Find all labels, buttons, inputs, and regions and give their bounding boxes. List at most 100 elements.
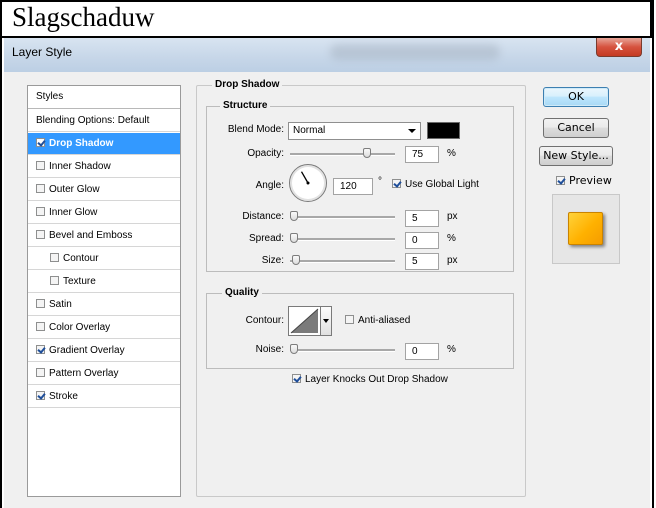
spread-slider-track[interactable] [290,238,395,241]
opacity-slider-thumb[interactable] [362,148,371,158]
distance-unit: px [447,211,458,222]
distance-slider-track[interactable] [290,216,395,219]
opacity-slider-track[interactable] [290,153,395,156]
styles-item-bevel-and-emboss[interactable]: Bevel and Emboss [28,225,180,247]
anti-aliased-label: Anti-aliased [358,315,411,326]
chevron-down-icon [408,129,416,133]
quality-title: Quality [222,287,262,298]
knockout-label: Layer Knocks Out Drop Shadow [305,374,448,385]
styles-item-drop-shadow[interactable]: Drop Shadow [28,133,180,155]
distance-slider-thumb[interactable] [290,211,298,221]
checkbox-icon[interactable] [36,345,45,354]
frame-border-right [652,0,654,508]
close-button[interactable]: x [596,38,642,57]
styles-item-inner-glow[interactable]: Inner Glow [28,202,180,224]
checkbox-icon [345,315,354,324]
close-icon: x [614,39,624,54]
distance-input[interactable]: 5 [405,210,439,227]
opacity-label: Opacity: [247,148,284,159]
styles-item-label: Color Overlay [49,322,111,333]
styles-item-stroke[interactable]: Stroke [28,386,180,408]
checkbox-icon[interactable] [36,184,45,193]
size-slider-track[interactable] [290,260,395,263]
blend-mode-select[interactable]: Normal [288,122,421,140]
anti-aliased-checkbox[interactable]: Anti-aliased [345,315,410,326]
angle-dial[interactable] [289,164,327,202]
document-title: Slagschaduw [12,2,155,32]
titlebar-blurred-area [330,44,500,60]
checkbox-icon[interactable] [50,276,59,285]
opacity-input[interactable]: 75 [405,146,439,163]
size-input[interactable]: 5 [405,253,439,270]
styles-item-blending-options-default[interactable]: Blending Options: Default [28,110,180,132]
styles-item-outer-glow[interactable]: Outer Glow [28,179,180,201]
spread-label: Spread: [248,233,284,244]
spread-unit: % [447,233,456,244]
noise-input[interactable]: 0 [405,343,439,360]
use-global-light-checkbox[interactable]: Use Global Light [392,179,479,190]
checkbox-icon [556,176,565,185]
angle-label: Angle: [255,180,284,191]
angle-input[interactable]: 120 [333,178,373,195]
use-global-light-label: Use Global Light [405,179,479,190]
window-titlebar[interactable] [4,38,650,72]
styles-header[interactable]: Styles [28,86,180,109]
quality-group [206,293,514,369]
knockout-checkbox[interactable]: Layer Knocks Out Drop Shadow [292,374,448,385]
checkbox-icon[interactable] [36,230,45,239]
checkbox-icon[interactable] [36,161,45,170]
spread-input[interactable]: 0 [405,232,439,249]
size-label: Size: [261,255,284,266]
preview-swatch [568,212,603,245]
angle-unit: ° [378,176,382,187]
styles-item-color-overlay[interactable]: Color Overlay [28,317,180,339]
noise-slider-track[interactable] [290,349,395,352]
contour-dropdown-button[interactable] [321,306,332,336]
checkbox-icon[interactable] [36,138,45,147]
styles-item-label: Inner Shadow [49,161,111,172]
styles-item-inner-shadow[interactable]: Inner Shadow [28,156,180,178]
drop-shadow-title: Drop Shadow [212,79,283,90]
spread-slider-thumb[interactable] [290,233,298,243]
size-unit: px [447,255,458,266]
contour-label: Contour: [245,315,284,326]
shadow-color-swatch[interactable] [427,122,460,139]
styles-item-label: Texture [63,276,96,287]
styles-item-label: Bevel and Emboss [49,230,133,241]
styles-item-label: Satin [49,299,72,310]
styles-item-satin[interactable]: Satin [28,294,180,316]
checkbox-icon[interactable] [36,322,45,331]
styles-item-label: Gradient Overlay [49,345,125,356]
checkbox-icon[interactable] [36,299,45,308]
preview-label: Preview [569,174,612,187]
checkbox-icon[interactable] [36,207,45,216]
blend-mode-label: Blend Mode: [227,124,284,135]
checkbox-icon[interactable] [36,391,45,400]
window-title: Layer Style [12,45,73,59]
styles-item-gradient-overlay[interactable]: Gradient Overlay [28,340,180,362]
checkbox-icon [292,374,301,383]
contour-curve-icon [290,308,319,334]
noise-slider-thumb[interactable] [290,344,298,354]
styles-item-label: Blending Options: Default [36,115,150,126]
checkbox-icon[interactable] [50,253,59,262]
styles-item-label: Outer Glow [49,184,100,195]
blend-mode-value: Normal [293,125,326,136]
cancel-button[interactable]: Cancel [543,118,609,138]
distance-label: Distance: [242,211,284,222]
ok-button[interactable]: OK [543,87,609,107]
checkbox-icon[interactable] [36,368,45,377]
styles-item-contour[interactable]: Contour [28,248,180,270]
opacity-unit: % [447,148,456,159]
styles-item-texture[interactable]: Texture [28,271,180,293]
new-style-button[interactable]: New Style... [539,146,613,166]
styles-item-label: Pattern Overlay [49,368,119,379]
preview-checkbox[interactable]: Preview [556,174,612,187]
size-slider-thumb[interactable] [291,255,300,265]
contour-preview[interactable] [288,306,321,336]
angle-dial-needle [300,171,310,185]
noise-unit: % [447,344,456,355]
frame-border-left [0,0,2,508]
styles-item-label: Contour [63,253,99,264]
styles-item-pattern-overlay[interactable]: Pattern Overlay [28,363,180,385]
